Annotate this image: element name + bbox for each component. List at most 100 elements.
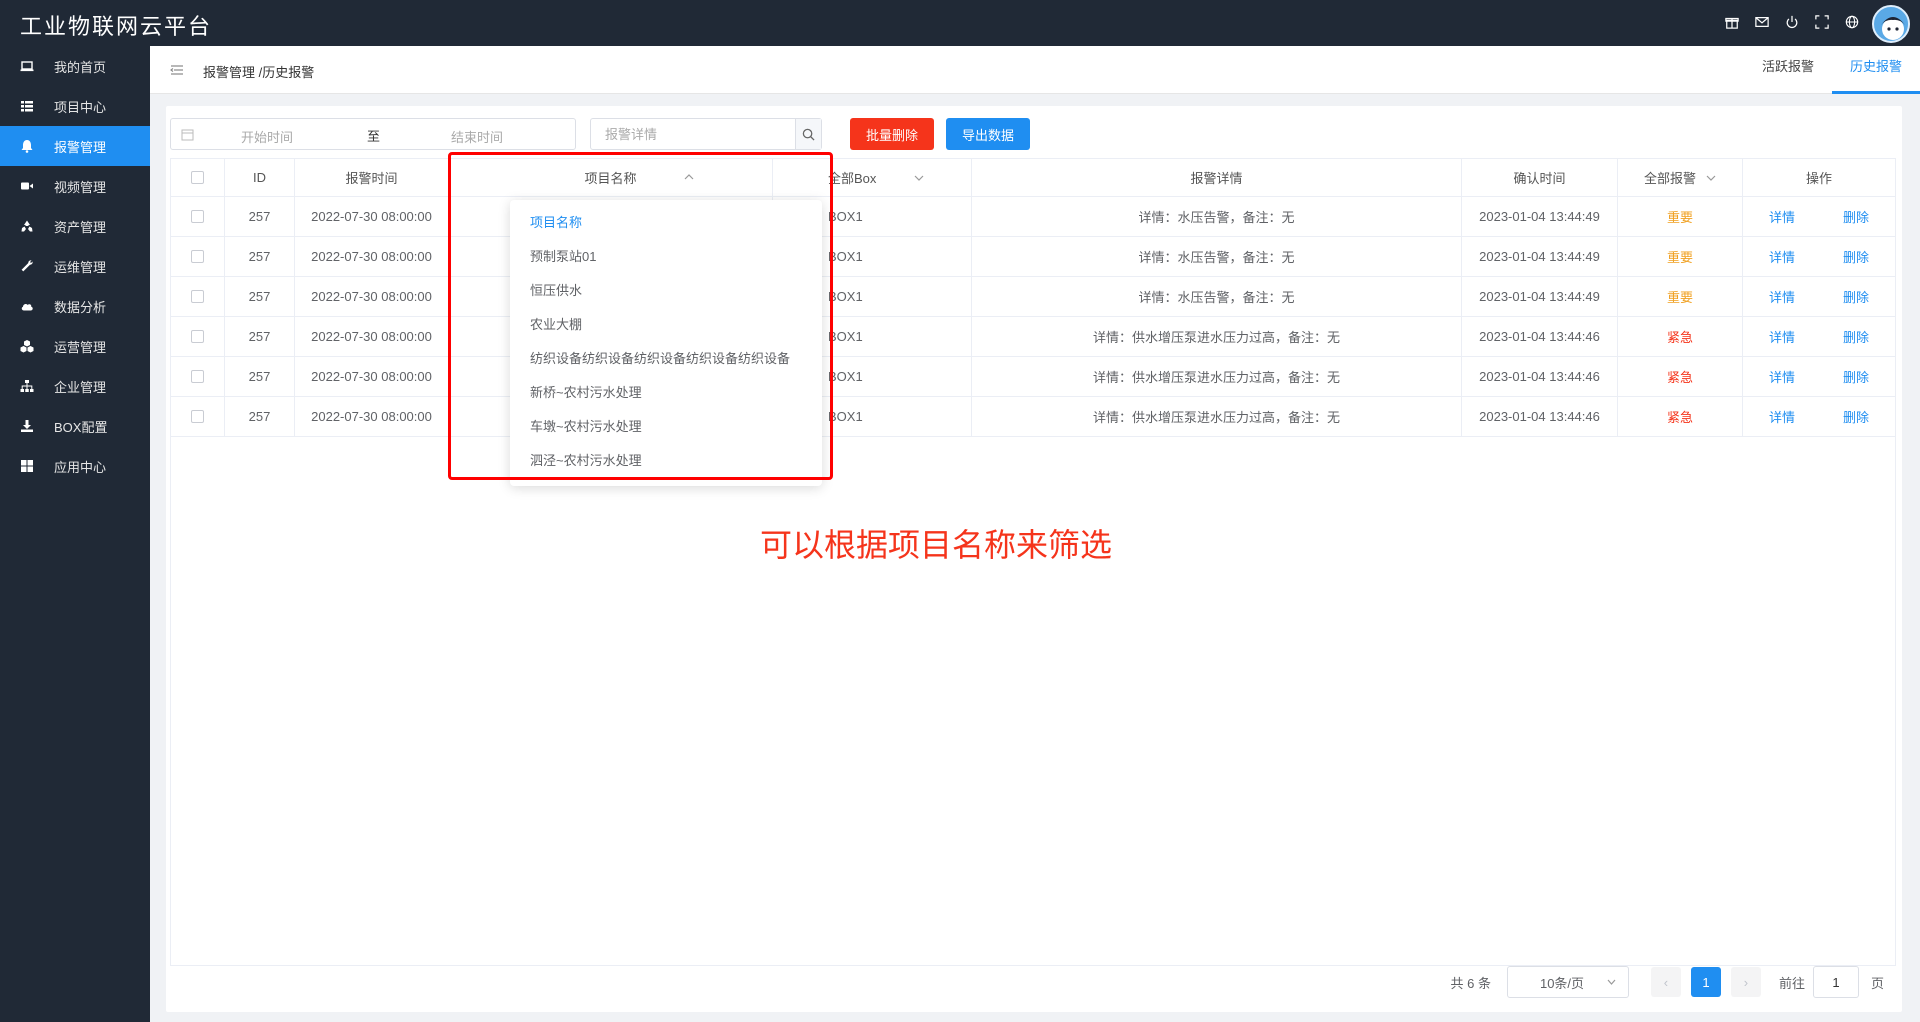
batch-delete-button[interactable]: 批量删除 <box>850 118 935 150</box>
cell-operations: 详情 删除 <box>1743 237 1895 276</box>
sidebar-item-label: 视频管理 <box>54 179 107 195</box>
goto-page-input[interactable] <box>1812 966 1859 998</box>
page-size-select[interactable]: 10条/页 <box>1506 966 1629 998</box>
chevron-left-icon: ‹ <box>1663 974 1669 990</box>
row-checkbox[interactable] <box>191 370 204 383</box>
power-icon[interactable] <box>1784 14 1800 30</box>
sidebar-item-1[interactable]: 项目中心 <box>0 86 150 126</box>
cell-level-badge: 紧急 <box>1618 357 1743 396</box>
sidebar-item-0[interactable]: 我的首页 <box>0 46 150 86</box>
sidebar-item-10[interactable]: 应用中心 <box>0 446 150 486</box>
start-time-placeholder[interactable]: 开始时间 <box>241 127 293 146</box>
delete-link[interactable]: 删除 <box>1843 207 1869 226</box>
search-icon <box>802 128 815 141</box>
cell-level-badge: 重要 <box>1618 237 1743 276</box>
row-checkbox[interactable] <box>191 250 204 263</box>
col-id: ID <box>225 159 295 196</box>
delete-link[interactable]: 删除 <box>1843 407 1869 426</box>
date-range-picker[interactable]: 开始时间 至 结束时间 <box>170 118 576 150</box>
delete-link[interactable]: 删除 <box>1843 247 1869 266</box>
cell-alarm-time: 2022-07-30 08:00:00 <box>295 197 449 236</box>
sidebar-item-label: 应用中心 <box>54 459 107 475</box>
end-time-placeholder[interactable]: 结束时间 <box>451 127 503 146</box>
project-option[interactable]: 项目名称 <box>510 206 822 240</box>
detail-link[interactable]: 详情 <box>1769 247 1795 266</box>
wrench-icon <box>20 259 34 273</box>
cell-id: 257 <box>225 277 295 316</box>
sidebar-item-3[interactable]: 视频管理 <box>0 166 150 206</box>
delete-link[interactable]: 删除 <box>1843 367 1869 386</box>
col-box-filter[interactable]: 全部Box <box>773 159 972 196</box>
col-level-filter[interactable]: 全部报警 <box>1618 159 1743 196</box>
page-number-button[interactable]: 1 <box>1690 967 1721 997</box>
cloud-icon <box>20 299 34 313</box>
project-option[interactable]: 泗泾~农村污水处理 <box>510 444 822 478</box>
delete-link[interactable]: 删除 <box>1843 287 1869 306</box>
sidebar-item-4[interactable]: 资产管理 <box>0 206 150 246</box>
tab-history-alarms[interactable]: 历史报警 <box>1831 46 1920 94</box>
project-option[interactable]: 车墩~农村污水处理 <box>510 410 822 444</box>
row-checkbox[interactable] <box>191 210 204 223</box>
detail-link[interactable]: 详情 <box>1769 367 1795 386</box>
detail-link[interactable]: 详情 <box>1769 407 1795 426</box>
cell-level-badge: 重要 <box>1618 277 1743 316</box>
search-input[interactable] <box>591 119 795 149</box>
mail-icon[interactable] <box>1754 14 1770 30</box>
prev-page-button[interactable]: ‹ <box>1650 967 1681 997</box>
gift-icon[interactable] <box>1724 14 1740 30</box>
export-data-button[interactable]: 导出数据 <box>946 118 1031 150</box>
next-page-button[interactable]: › <box>1730 967 1761 997</box>
sidebar: 我的首页 项目中心 报警管理视频管理资产管理 运维管理 数据分析运营管理企业管理 BOX配… <box>0 46 150 1022</box>
row-checkbox[interactable] <box>191 410 204 423</box>
menu-toggle-icon[interactable] <box>170 63 184 77</box>
tab-active-alarms[interactable]: 活跃报警 <box>1744 46 1832 94</box>
detail-link[interactable]: 详情 <box>1769 207 1795 226</box>
project-option[interactable]: 纺织设备纺织设备纺织设备纺织设备纺织设备 <box>510 342 822 376</box>
avatar[interactable] <box>1872 5 1910 43</box>
table-body: 257 2022-07-30 08:00:00 BOX1 详情：水压告警，备注：无 20… <box>171 197 1895 437</box>
breadcrumb: 报警管理 /历史报警 <box>203 65 315 80</box>
cell-alarm-detail: 详情：水压告警，备注：无 <box>972 197 1462 236</box>
detail-link[interactable]: 详情 <box>1769 287 1795 306</box>
col-alarm-detail: 报警详情 <box>972 159 1462 196</box>
table-row: 257 2022-07-30 08:00:00 BOX1 详情：供水增压泵进水压力过高… <box>171 397 1895 437</box>
project-option[interactable]: 恒压供水 <box>510 274 822 308</box>
sidebar-item-8[interactable]: 企业管理 <box>0 366 150 406</box>
cell-alarm-detail: 详情：水压告警，备注：无 <box>972 237 1462 276</box>
row-checkbox[interactable] <box>191 290 204 303</box>
cell-id: 257 <box>225 197 295 236</box>
select-all-checkbox[interactable] <box>191 171 204 184</box>
detail-link[interactable]: 详情 <box>1769 327 1795 346</box>
cell-operations: 详情 删除 <box>1743 317 1895 356</box>
sidebar-item-9[interactable]: BOX配置 <box>0 406 150 446</box>
sidebar-item-6[interactable]: 数据分析 <box>0 286 150 326</box>
project-option[interactable]: 农业大棚 <box>510 308 822 342</box>
fullscreen-icon[interactable] <box>1814 14 1830 30</box>
row-checkbox[interactable] <box>191 330 204 343</box>
cell-operations: 详情 删除 <box>1743 197 1895 236</box>
delete-link[interactable]: 删除 <box>1843 327 1869 346</box>
search-button[interactable] <box>795 119 821 149</box>
sidebar-item-7[interactable]: 运营管理 <box>0 326 150 366</box>
sidebar-item-label: 运营管理 <box>54 339 107 355</box>
download-icon <box>20 419 34 433</box>
cell-confirm-time: 2023-01-04 13:44:46 <box>1462 397 1618 436</box>
header-tabs: 活跃报警 历史报警 <box>1744 46 1920 94</box>
chevron-down-icon <box>914 175 924 181</box>
goto-label: 前往 <box>1778 975 1805 991</box>
chevron-right-icon: › <box>1743 974 1749 990</box>
col-operations: 操作 <box>1805 171 1832 186</box>
col-project-filter[interactable]: 项目名称 <box>449 159 773 196</box>
table-row: 257 2022-07-30 08:00:00 BOX1 详情：水压告警，备注：无 20… <box>171 197 1895 237</box>
project-option[interactable]: 预制泵站01 <box>510 240 822 274</box>
project-option[interactable]: 新桥~农村污水处理 <box>510 376 822 410</box>
globe-icon[interactable] <box>1844 14 1860 30</box>
pagination-total: 共 6 条 <box>1450 975 1491 991</box>
sidebar-item-2[interactable]: 报警管理 <box>0 126 150 166</box>
cell-alarm-detail: 详情：供水增压泵进水压力过高，备注：无 <box>972 357 1462 396</box>
sidebar-item-5[interactable]: 运维管理 <box>0 246 150 286</box>
cell-alarm-time: 2022-07-30 08:00:00 <box>295 317 449 356</box>
cell-operations: 详情 删除 <box>1743 357 1895 396</box>
cell-id: 257 <box>225 237 295 276</box>
sitemap-icon <box>20 379 34 393</box>
